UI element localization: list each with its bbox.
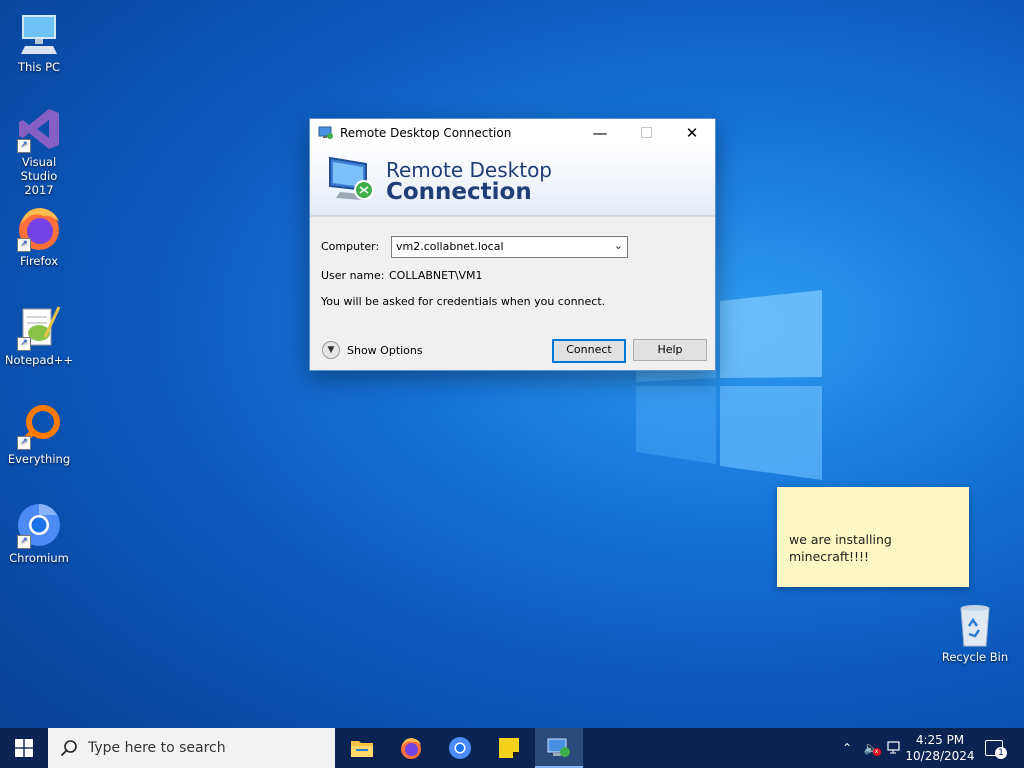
desktop-icon-label: Firefox	[19, 254, 59, 268]
desktop-icon-visual-studio[interactable]: ↗ Visual Studio 2017	[2, 105, 76, 197]
action-center-button[interactable]: 1	[980, 728, 1008, 768]
taskbar-sticky-notes[interactable]	[485, 728, 533, 768]
chevron-up-icon: ⌃	[841, 741, 853, 755]
credentials-info-text: You will be asked for credentials when y…	[321, 295, 606, 308]
computer-combobox[interactable]: vm2.collabnet.local ⌄	[391, 236, 628, 258]
firefox-icon	[401, 738, 421, 759]
clock-time: 4:25 PM	[915, 733, 965, 747]
desktop-icon-label: Visual Studio 2017	[20, 155, 58, 197]
start-button[interactable]	[0, 728, 48, 768]
desktop-icon-chromium[interactable]: ↗ Chromium	[2, 501, 76, 565]
desktop-icon-notepad-plus-plus[interactable]: ↗ Notepad++	[2, 303, 76, 367]
desktop-icon-label: Recycle Bin	[941, 650, 1009, 664]
taskbar-remote-desktop[interactable]	[535, 728, 583, 768]
volume-muted-icon: 🔈 x	[864, 741, 881, 756]
window-title: Remote Desktop Connection	[340, 125, 512, 140]
chromium-icon	[449, 737, 471, 759]
search-icon	[60, 740, 77, 757]
minimize-icon: —	[592, 123, 608, 142]
close-button[interactable]: ✕	[669, 119, 715, 146]
desktop-icon-label: Chromium	[9, 551, 69, 565]
desktop-icon-everything[interactable]: ↗ Everything	[2, 402, 76, 466]
remote-desktop-banner-icon	[329, 156, 374, 200]
taskbar: Type here to search ⌃ 🔈 x 4:25 PM 10/28/…	[0, 728, 1024, 768]
desktop-icon-this-pc[interactable]: This PC	[2, 10, 76, 74]
shortcut-arrow-icon: ↗	[17, 238, 31, 252]
notepad-plus-plus-icon: ↗	[15, 303, 63, 351]
desktop-icon-firefox[interactable]: ↗ Firefox	[2, 204, 76, 268]
sticky-note[interactable]: we are installing minecraft!!!!	[777, 487, 969, 587]
username-value: COLLABNET\VM1	[389, 269, 483, 282]
connect-button[interactable]: Connect	[552, 339, 626, 363]
clock-date: 10/28/2024	[905, 749, 975, 763]
sticky-note-text: we are installing minecraft!!!!	[789, 532, 892, 564]
taskbar-clock[interactable]: 4:25 PM 10/28/2024	[900, 732, 980, 764]
computer-value: vm2.collabnet.local	[396, 240, 504, 253]
expand-circle-icon: ▼	[322, 341, 340, 359]
shortcut-arrow-icon: ↗	[17, 535, 31, 549]
chromium-icon: ↗	[15, 501, 63, 549]
window-titlebar[interactable]: Remote Desktop Connection — ✕	[310, 119, 715, 146]
desktop-icon-label: Notepad++	[4, 353, 74, 367]
show-options-toggle[interactable]: ▼ Show Options	[322, 341, 423, 359]
close-icon: ✕	[685, 123, 699, 142]
username-label: User name:	[321, 269, 385, 282]
show-hidden-icons-button[interactable]: ⌃	[838, 728, 856, 768]
notification-icon: 1	[985, 740, 1007, 759]
taskbar-firefox[interactable]	[387, 728, 435, 768]
sticky-notes-icon	[499, 738, 519, 758]
taskbar-file-explorer[interactable]	[338, 728, 386, 768]
desktop-icon-label: This PC	[17, 60, 61, 74]
window-banner: Remote Desktop Connection	[310, 146, 715, 217]
shortcut-arrow-icon: ↗	[17, 337, 31, 351]
computer-label: Computer:	[321, 240, 380, 253]
visual-studio-icon: ↗	[15, 105, 63, 153]
help-button[interactable]: Help	[633, 339, 707, 361]
firefox-icon: ↗	[15, 204, 63, 252]
search-placeholder: Type here to search	[88, 740, 226, 756]
folder-icon	[351, 741, 373, 757]
computer-icon	[15, 10, 63, 58]
desktop-icon-recycle-bin[interactable]: Recycle Bin	[938, 600, 1012, 664]
volume-button[interactable]: 🔈 x	[860, 728, 882, 768]
show-options-label: Show Options	[347, 343, 423, 357]
recycle-bin-icon	[951, 600, 999, 648]
shortcut-arrow-icon: ↗	[17, 139, 31, 153]
remote-desktop-icon	[318, 126, 333, 139]
windows-start-icon	[15, 739, 33, 757]
notification-count-badge: 1	[995, 747, 1007, 759]
remote-desktop-icon	[547, 738, 570, 757]
maximize-icon	[640, 127, 652, 138]
everything-search-icon: ↗	[15, 402, 63, 450]
minimize-button[interactable]: —	[577, 119, 623, 146]
chevron-down-icon[interactable]: ⌄	[614, 239, 623, 252]
desktop-icon-label: Everything	[7, 452, 71, 466]
remote-desktop-window: Remote Desktop Connection — ✕ Remote Des…	[309, 118, 716, 371]
banner-title-line2: Connection	[386, 179, 532, 205]
maximize-button[interactable]	[623, 119, 669, 146]
shortcut-arrow-icon: ↗	[17, 436, 31, 450]
taskbar-chromium[interactable]	[436, 728, 484, 768]
taskbar-search-box[interactable]: Type here to search	[48, 728, 335, 768]
